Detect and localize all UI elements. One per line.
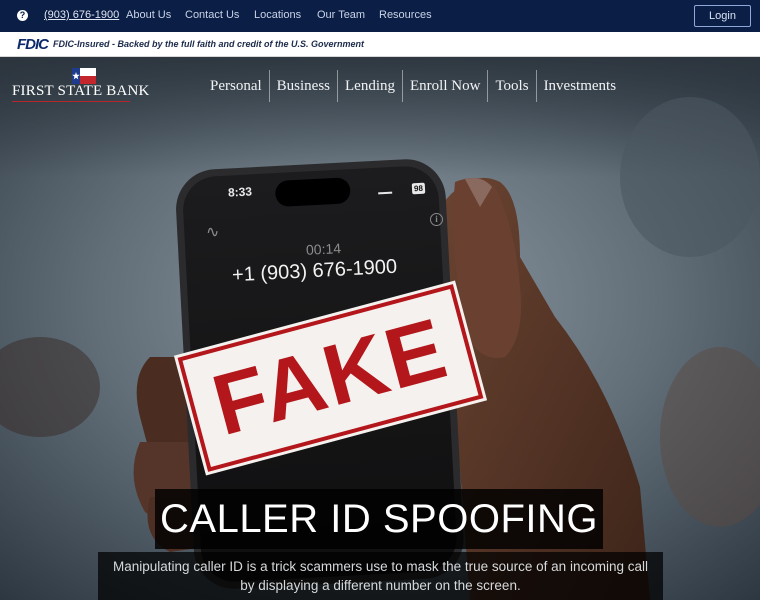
hero-description: Manipulating caller ID is a trick scamme…	[98, 552, 663, 600]
question-circle-icon[interactable]: ?	[17, 10, 28, 21]
nav-business[interactable]: Business	[270, 70, 339, 102]
our-team-link[interactable]: Our Team	[317, 9, 365, 21]
signal-icon	[377, 184, 393, 195]
locations-link[interactable]: Locations	[254, 9, 301, 21]
brand-logo[interactable]: FIRST STATE BANK	[12, 68, 149, 108]
nav-lending[interactable]: Lending	[338, 70, 404, 102]
login-button[interactable]: Login	[694, 5, 751, 27]
fdic-banner: FDIC FDIC-Insured - Backed by the full f…	[0, 32, 760, 57]
battery-indicator: 98	[411, 182, 426, 195]
phone-link[interactable]: (903) 676-1900	[44, 9, 119, 21]
phone-time: 8:33	[227, 184, 253, 200]
audio-waveform-icon: ∿	[205, 221, 220, 242]
nav-personal[interactable]: Personal	[203, 70, 270, 102]
info-icon: i	[430, 213, 443, 226]
resources-link[interactable]: Resources	[379, 9, 432, 21]
brand-underline	[12, 101, 130, 102]
main-nav: Personal Business Lending Enroll Now Too…	[203, 70, 623, 102]
top-utility-bar: ? (903) 676-1900 About Us Contact Us Loc…	[0, 0, 760, 32]
about-us-link[interactable]: About Us	[126, 9, 171, 21]
call-timer: 00:14	[305, 240, 342, 258]
hero-title: CALLER ID SPOOFING	[155, 489, 603, 549]
nav-tools[interactable]: Tools	[488, 70, 537, 102]
nav-enroll-now[interactable]: Enroll Now	[403, 70, 489, 102]
fdic-logo: FDIC	[17, 36, 49, 53]
texas-flag-icon	[72, 68, 96, 84]
nav-investments[interactable]: Investments	[537, 70, 624, 102]
contact-us-link[interactable]: Contact Us	[185, 9, 239, 21]
fdic-text: FDIC-Insured - Backed by the full faith …	[53, 39, 365, 49]
brand-name: FIRST STATE BANK	[12, 83, 150, 99]
